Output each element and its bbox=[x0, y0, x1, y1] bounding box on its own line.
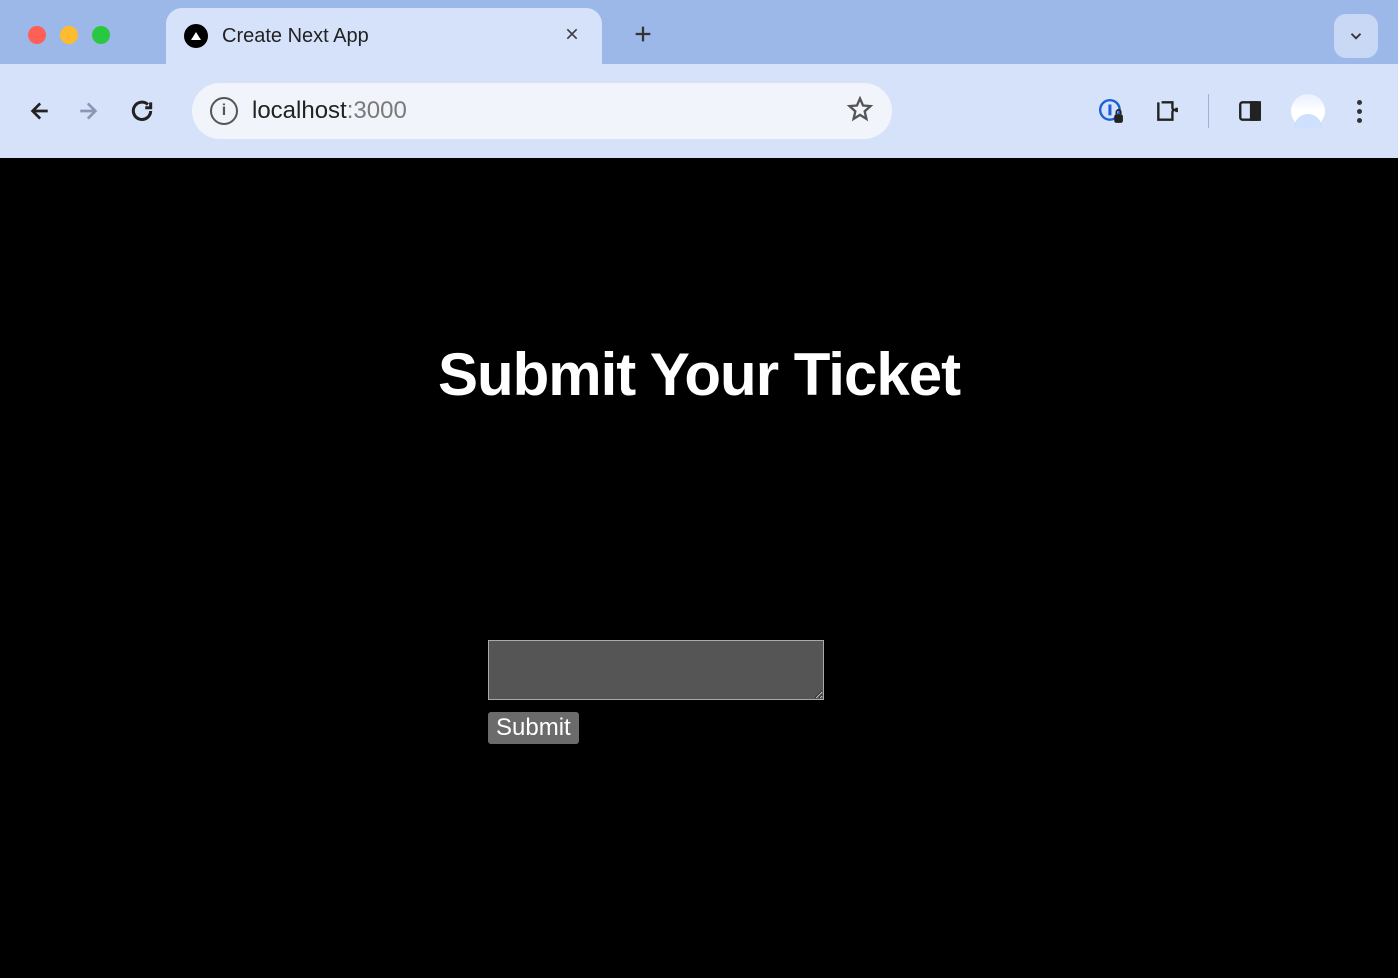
arrow-left-icon bbox=[25, 98, 51, 124]
kebab-dot bbox=[1357, 118, 1362, 123]
reload-icon bbox=[129, 98, 155, 124]
site-info-button[interactable]: i bbox=[210, 97, 238, 125]
side-panel-button[interactable] bbox=[1235, 96, 1265, 126]
puzzle-icon bbox=[1154, 98, 1180, 124]
url-host: localhost bbox=[252, 97, 347, 124]
browser-menu-button[interactable] bbox=[1351, 94, 1368, 129]
window-fullscreen-button[interactable] bbox=[92, 26, 110, 44]
bookmark-button[interactable] bbox=[846, 95, 874, 128]
kebab-dot bbox=[1357, 109, 1362, 114]
toolbar-actions bbox=[1096, 94, 1368, 129]
tab-favicon-icon bbox=[184, 24, 208, 48]
onepassword-extension-button[interactable] bbox=[1096, 96, 1126, 126]
address-bar[interactable]: i localhost:3000 bbox=[192, 83, 892, 139]
tab-title: Create Next App bbox=[222, 25, 546, 48]
side-panel-icon bbox=[1237, 98, 1263, 124]
plus-icon bbox=[632, 23, 654, 45]
browser-titlebar: Create Next App bbox=[0, 0, 1398, 64]
url-port: :3000 bbox=[347, 97, 407, 124]
new-tab-button[interactable] bbox=[626, 16, 660, 56]
chevron-down-icon bbox=[1347, 27, 1365, 45]
kebab-dot bbox=[1357, 100, 1362, 105]
tab-search-button[interactable] bbox=[1334, 14, 1378, 58]
browser-tab[interactable]: Create Next App bbox=[166, 8, 602, 64]
close-icon bbox=[564, 26, 580, 42]
info-icon: i bbox=[222, 102, 226, 120]
forward-button[interactable] bbox=[68, 89, 112, 133]
profile-button[interactable] bbox=[1291, 94, 1325, 128]
extensions-button[interactable] bbox=[1152, 96, 1182, 126]
url-text: localhost:3000 bbox=[252, 97, 832, 125]
arrow-right-icon bbox=[77, 98, 103, 124]
onepassword-icon bbox=[1098, 98, 1124, 124]
page-heading: Submit Your Ticket bbox=[0, 158, 1398, 409]
avatar-icon bbox=[1291, 94, 1325, 128]
ticket-textarea[interactable] bbox=[488, 640, 824, 700]
window-close-button[interactable] bbox=[28, 26, 46, 44]
page-viewport: Submit Your Ticket Submit bbox=[0, 158, 1398, 978]
close-tab-button[interactable] bbox=[560, 21, 584, 52]
toolbar-divider bbox=[1208, 94, 1209, 128]
back-button[interactable] bbox=[16, 89, 60, 133]
ticket-form: Submit bbox=[488, 640, 824, 744]
browser-toolbar: i localhost:3000 bbox=[0, 64, 1398, 158]
window-minimize-button[interactable] bbox=[60, 26, 78, 44]
star-icon bbox=[846, 95, 874, 123]
window-controls bbox=[28, 26, 110, 44]
submit-button[interactable]: Submit bbox=[488, 712, 579, 744]
reload-button[interactable] bbox=[120, 89, 164, 133]
